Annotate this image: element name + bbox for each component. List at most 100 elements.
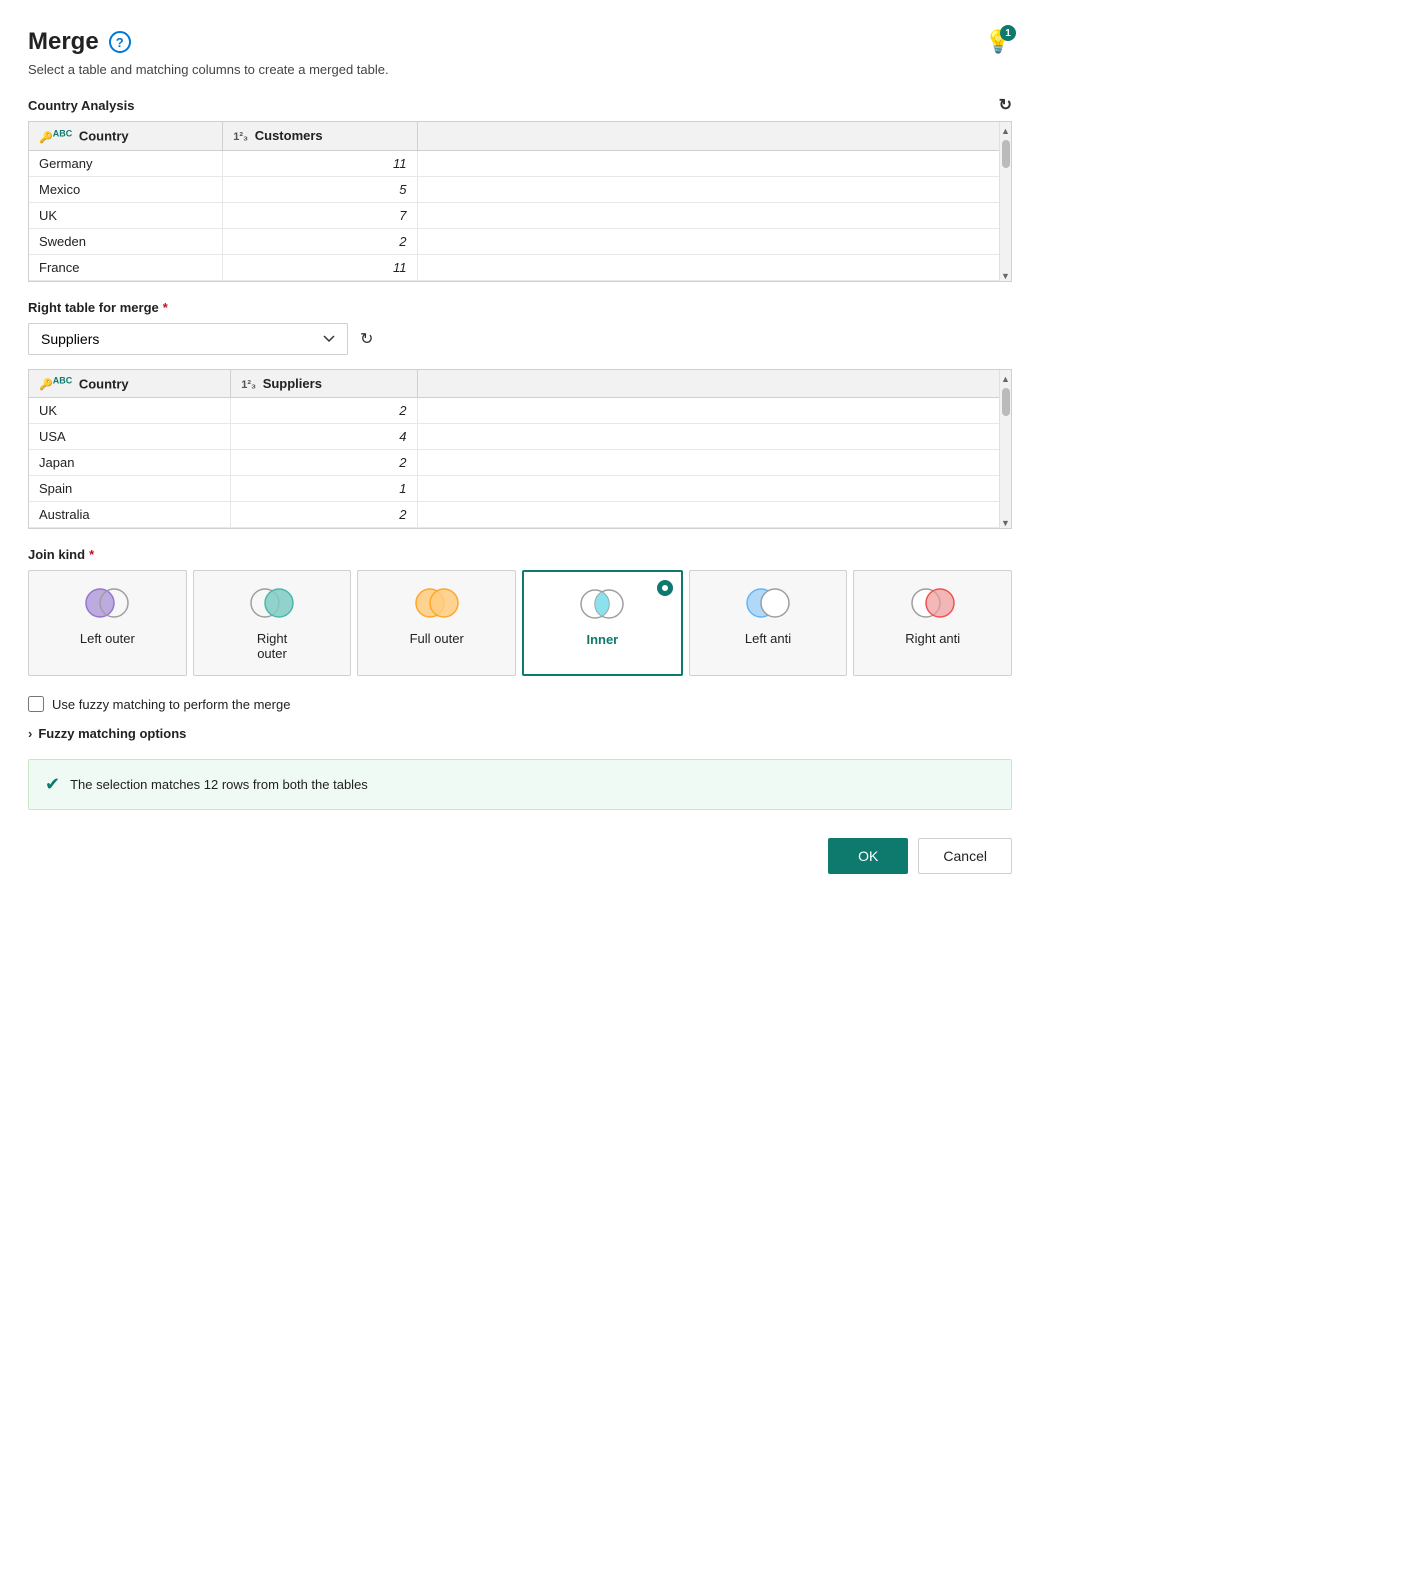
cell-empty [417, 228, 999, 254]
fuzzy-expand-label: Fuzzy matching options [38, 726, 186, 741]
lightbulb-button[interactable]: 💡 1 [985, 29, 1012, 55]
cell-country: UK [29, 202, 223, 228]
fuzzy-checkbox[interactable] [28, 696, 44, 712]
cell-empty [417, 476, 999, 502]
join-kind-section: Join kind * Left outer Righto [28, 547, 1012, 676]
cell-country: Sweden [29, 228, 223, 254]
cell-country: Spain [29, 476, 231, 502]
cell-empty [417, 254, 999, 280]
table-row[interactable]: Germany 11 [29, 150, 999, 176]
cell-customers: 11 [223, 254, 417, 280]
left-anti-label: Left anti [745, 631, 791, 646]
dialog-footer: OK Cancel [28, 838, 1012, 874]
full-outer-icon [410, 585, 464, 621]
table-row[interactable]: USA 4 [29, 424, 999, 450]
right-table-select[interactable]: Suppliers [28, 323, 348, 355]
suppliers-num-icon: 1²₃ [241, 379, 256, 391]
top-table-section-label: Country Analysis ↻ [28, 95, 1012, 115]
right-anti-icon [906, 585, 960, 621]
join-required-star: * [89, 547, 94, 562]
dialog-header: Merge ? 💡 1 [28, 28, 1012, 56]
bottom-table-wrapper: 🔑ABC Country 1²₃ Suppliers UK 2 [28, 369, 1012, 530]
bottom-table-col-empty [417, 370, 999, 398]
join-card-right-anti[interactable]: Right anti [853, 570, 1012, 676]
lightbulb-badge: 1 [1000, 25, 1016, 41]
bottom-table-scrollbar[interactable]: ▲ ▼ [999, 370, 1011, 529]
table-row[interactable]: France 11 [29, 254, 999, 280]
join-cards-container: Left outer Rightouter Full outer [28, 570, 1012, 676]
fuzzy-checkbox-label[interactable]: Use fuzzy matching to perform the merge [52, 697, 290, 712]
bottom-table-col-country[interactable]: 🔑ABC Country [29, 370, 231, 398]
right-outer-icon [245, 585, 299, 621]
right-anti-label: Right anti [905, 631, 960, 646]
cell-suppliers: 2 [231, 502, 417, 528]
top-table-refresh-icon[interactable]: ↻ [999, 95, 1012, 115]
cell-empty [417, 150, 999, 176]
inner-label: Inner [586, 632, 618, 647]
left-anti-icon [741, 585, 795, 621]
join-card-right-outer[interactable]: Rightouter [193, 570, 352, 676]
cell-country: Germany [29, 150, 223, 176]
scroll-up-arrow-2[interactable]: ▲ [1001, 374, 1010, 384]
top-table-col-customers[interactable]: 1²₃ Customers [223, 122, 417, 150]
required-star: * [163, 300, 168, 315]
scroll-thumb-2[interactable] [1002, 388, 1010, 416]
top-table-col-empty [417, 122, 999, 150]
top-table-col-country[interactable]: 🔑ABC Country [29, 122, 223, 150]
cell-country: Mexico [29, 176, 223, 202]
inner-icon [575, 586, 629, 622]
match-result-text: The selection matches 12 rows from both … [70, 777, 368, 792]
cell-empty [417, 398, 999, 424]
top-table-wrapper: 🔑ABC Country 1²₃ Customers Germany 11 [28, 121, 1012, 282]
join-card-inner[interactable]: Inner [522, 570, 683, 676]
table-row[interactable]: Spain 1 [29, 476, 999, 502]
cell-suppliers: 4 [231, 424, 417, 450]
cell-empty [417, 502, 999, 528]
top-table-scrollbar[interactable]: ▲ ▼ [999, 122, 1011, 281]
bottom-table: 🔑ABC Country 1²₃ Suppliers UK 2 [29, 370, 999, 529]
cell-empty [417, 202, 999, 228]
table-row[interactable]: UK 2 [29, 398, 999, 424]
cell-empty [417, 176, 999, 202]
bottom-table-refresh-icon[interactable]: ↻ [360, 329, 373, 349]
table-row[interactable]: UK 7 [29, 202, 999, 228]
cell-country: France [29, 254, 223, 280]
cell-empty [417, 424, 999, 450]
right-outer-label: Rightouter [257, 631, 287, 661]
cell-customers: 11 [223, 150, 417, 176]
help-icon[interactable]: ? [109, 31, 131, 53]
ok-button[interactable]: OK [828, 838, 908, 874]
inner-indicator [657, 580, 673, 596]
right-table-label: Right table for merge * [28, 300, 1012, 315]
cancel-button[interactable]: Cancel [918, 838, 1012, 874]
join-card-left-anti[interactable]: Left anti [689, 570, 848, 676]
full-outer-label: Full outer [410, 631, 464, 646]
scroll-down-arrow-2[interactable]: ▼ [1001, 518, 1010, 528]
abc-key-icon-2: 🔑ABC [39, 379, 72, 391]
title-text: Merge [28, 28, 99, 56]
fuzzy-expand-button[interactable]: › Fuzzy matching options [28, 726, 1012, 741]
scroll-thumb[interactable] [1002, 140, 1010, 168]
customers-num-icon: 1²₃ [233, 131, 248, 143]
match-result-banner: ✔ The selection matches 12 rows from bot… [28, 759, 1012, 810]
left-outer-label: Left outer [80, 631, 135, 646]
checkmark-icon: ✔ [45, 774, 60, 795]
join-card-left-outer[interactable]: Left outer [28, 570, 187, 676]
cell-country: USA [29, 424, 231, 450]
bottom-table-col-suppliers[interactable]: 1²₃ Suppliers [231, 370, 417, 398]
join-card-full-outer[interactable]: Full outer [357, 570, 516, 676]
table-row[interactable]: Sweden 2 [29, 228, 999, 254]
top-table: 🔑ABC Country 1²₃ Customers Germany 11 [29, 122, 999, 281]
fuzzy-check-row: Use fuzzy matching to perform the merge [28, 696, 1012, 712]
abc-key-icon: 🔑ABC [39, 132, 72, 144]
dialog-title: Merge ? [28, 28, 131, 56]
table-row[interactable]: Australia 2 [29, 502, 999, 528]
cell-country: Japan [29, 450, 231, 476]
cell-customers: 2 [223, 228, 417, 254]
table-row[interactable]: Mexico 5 [29, 176, 999, 202]
left-outer-icon [80, 585, 134, 621]
scroll-down-arrow[interactable]: ▼ [1001, 271, 1010, 281]
table-row[interactable]: Japan 2 [29, 450, 999, 476]
cell-empty [417, 450, 999, 476]
scroll-up-arrow[interactable]: ▲ [1001, 126, 1010, 136]
